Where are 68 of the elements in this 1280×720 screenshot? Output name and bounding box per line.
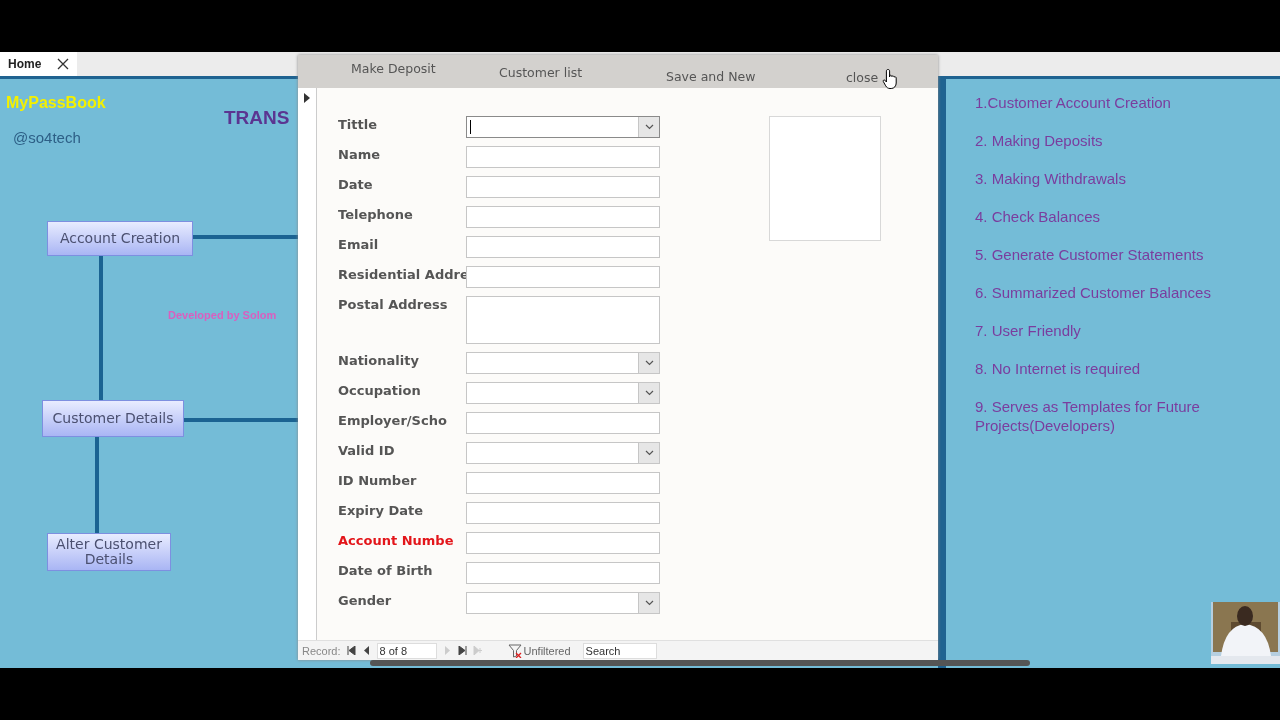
feature-item: 6. Summarized Customer Balances [975, 283, 1212, 302]
handle-text: @so4tech [13, 129, 81, 146]
field-label: Occupation [338, 382, 422, 398]
chevron-down-icon[interactable] [644, 360, 654, 366]
command-button[interactable]: Save and New [666, 69, 756, 84]
new-record-icon[interactable] [472, 646, 482, 655]
feature-item: 7. User Friendly [975, 321, 1082, 340]
input-field[interactable] [466, 502, 660, 524]
menu-node[interactable]: Account Creation [47, 221, 193, 256]
credit-text: Developed by Solom [168, 309, 278, 321]
record-position-field[interactable]: 8 of 8 [376, 642, 437, 659]
feature-item: 5. Generate Customer Statements [975, 245, 1205, 264]
field-label: Postal Address [338, 296, 449, 312]
command-button[interactable]: close [846, 70, 879, 85]
chevron-down-icon[interactable] [644, 600, 654, 606]
filter-toggle[interactable]: Unfiltered [487, 643, 577, 658]
field-label: Valid ID [338, 442, 396, 458]
feature-item: 1.Customer Account Creation [975, 93, 1172, 112]
feature-item: 3. Making Withdrawals [975, 169, 1127, 188]
feature-item: 2. Making Deposits [975, 131, 1104, 150]
close-icon[interactable] [57, 58, 70, 70]
search-field[interactable]: Search [582, 642, 657, 659]
field-label: Employer/Scho [338, 412, 448, 428]
field-label: Email [338, 236, 380, 252]
combo-box[interactable] [466, 116, 660, 138]
field-label: Account Numbe [338, 532, 455, 548]
input-field[interactable] [466, 562, 660, 584]
command-button[interactable]: Make Deposit [351, 61, 436, 76]
chevron-down-icon[interactable] [644, 450, 654, 456]
input-field[interactable] [466, 146, 660, 168]
command-button[interactable]: Customer list [499, 65, 583, 80]
field-label: Tittle [338, 116, 379, 132]
input-field[interactable] [466, 236, 660, 258]
field-label: Nationality [338, 352, 420, 368]
field-label: Date [338, 176, 374, 192]
record-pointer-icon [303, 93, 311, 103]
menu-node[interactable]: Customer Details [42, 400, 184, 437]
input-field[interactable] [466, 472, 660, 494]
first-record-icon[interactable] [346, 646, 356, 655]
field-label: Residential Addre [338, 266, 466, 282]
input-field[interactable] [466, 296, 660, 344]
feature-item: 9. Serves as Templates for Future Projects(Developers) [975, 397, 1201, 435]
document-tab[interactable]: Home [0, 52, 78, 76]
heading-text: TRANS [224, 107, 291, 129]
record-label: Record: [302, 644, 341, 657]
menu-node[interactable]: Alter Customer Details [47, 533, 171, 571]
chevron-down-icon[interactable] [644, 390, 654, 396]
feature-item: 4. Check Balances [975, 207, 1102, 226]
hand-cursor-icon [882, 68, 900, 90]
field-label: Date of Birth [338, 562, 434, 578]
field-label: Name [338, 146, 381, 162]
field-label: Expiry Date [338, 502, 425, 518]
filter-icon [507, 643, 522, 658]
scroll-bar[interactable] [370, 660, 1030, 666]
field-label: Gender [338, 592, 393, 608]
chevron-down-icon[interactable] [644, 124, 654, 130]
input-field[interactable] [466, 266, 660, 288]
input-field[interactable] [466, 176, 660, 198]
field-label: ID Number [338, 472, 418, 488]
input-field[interactable] [466, 412, 660, 434]
last-record-icon[interactable] [457, 646, 467, 655]
app-name: MyPassBook [6, 94, 106, 112]
input-field[interactable] [466, 206, 660, 228]
previous-record-icon[interactable] [361, 646, 371, 655]
input-field[interactable] [466, 532, 660, 554]
field-label: Telephone [338, 206, 414, 222]
next-record-icon[interactable] [442, 646, 452, 655]
feature-item: 8. No Internet is required [975, 359, 1142, 378]
